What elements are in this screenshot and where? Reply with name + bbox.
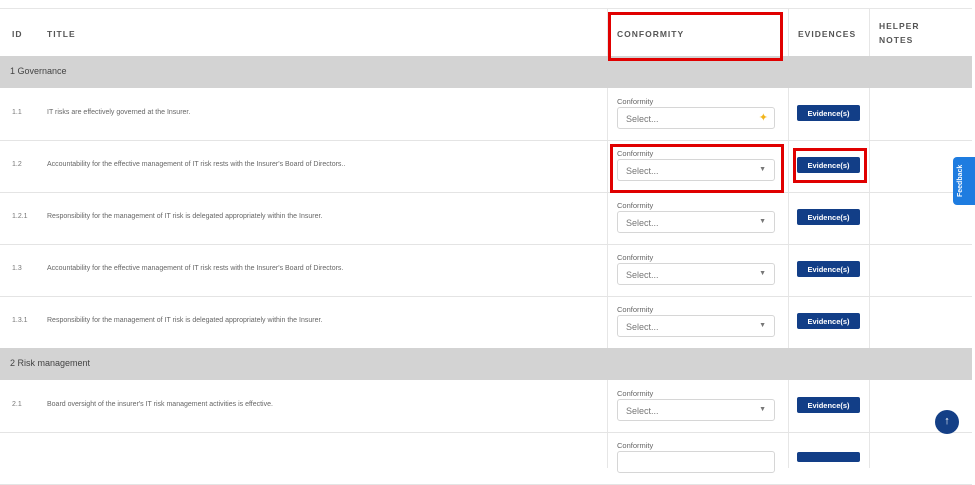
conformity-select[interactable]: Select... ▼ <box>617 263 775 285</box>
header-helper-notes-line2: NOTES <box>879 35 914 45</box>
table-row: 1.2.1 Responsibility for the management … <box>0 192 972 245</box>
row-id: 1.3 <box>12 265 22 272</box>
select-placeholder: Select... <box>626 406 659 416</box>
table-row: 2.1 Board oversight of the insurer's IT … <box>0 380 972 433</box>
table-row: 1.3.1 Responsibility for the management … <box>0 296 972 349</box>
conformity-select[interactable]: Select... ▼ <box>617 315 775 337</box>
header-evidences: EVIDENCES <box>798 29 857 39</box>
row-id: 1.3.1 <box>12 317 28 324</box>
chevron-down-icon: ▼ <box>759 322 766 329</box>
conformity-select[interactable]: Select... ▼ <box>617 399 775 421</box>
conformity-label: Conformity <box>617 441 654 450</box>
evidence-button[interactable]: Evidence(s) <box>797 105 860 121</box>
select-placeholder: Select... <box>626 114 659 124</box>
section-label: 1 Governance <box>10 66 67 76</box>
header-helper-notes-line1: HELPER <box>879 21 920 31</box>
table-row: 1.1 IT risks are effectively governed at… <box>0 88 972 141</box>
conformity-label: Conformity <box>617 97 654 106</box>
chevron-down-icon: ▼ <box>759 406 766 413</box>
row-id: 1.2 <box>12 161 22 168</box>
conformity-label: Conformity <box>617 305 654 314</box>
section-risk-management: 2 Risk management <box>0 348 972 380</box>
header-title: TITLE <box>47 29 76 39</box>
conformity-select[interactable] <box>617 451 775 473</box>
select-placeholder: Select... <box>626 322 659 332</box>
section-label: 2 Risk management <box>10 358 91 368</box>
feedback-label: Feedback <box>957 164 964 197</box>
row-title: Accountability for the effective managem… <box>47 265 344 272</box>
row-title: Responsibility for the management of IT … <box>47 213 323 220</box>
evidence-button[interactable]: Evidence(s) <box>797 313 860 329</box>
evidence-button[interactable]: Evidence(s) <box>797 397 860 413</box>
evidence-button[interactable] <box>797 452 860 462</box>
conformity-label: Conformity <box>617 389 654 398</box>
chevron-down-icon: ▼ <box>759 270 766 277</box>
row-id: 2.1 <box>12 401 22 408</box>
row-title: Accountability for the effective managem… <box>47 161 346 168</box>
table-row: Conformity <box>0 432 972 485</box>
scroll-to-top-button[interactable]: ↑ <box>935 410 959 434</box>
sparkle-icon[interactable]: ✦ <box>759 111 768 124</box>
highlight-evidence-button <box>793 148 867 183</box>
select-placeholder: Select... <box>626 270 659 280</box>
conformity-select[interactable]: Select... ✦ <box>617 107 775 129</box>
evidence-button[interactable]: Evidence(s) <box>797 209 860 225</box>
conformity-select[interactable]: Select... ▼ <box>617 211 775 233</box>
feedback-tab[interactable]: Feedback <box>953 157 975 205</box>
arrow-up-icon: ↑ <box>944 415 950 427</box>
highlight-conformity-select <box>610 144 784 193</box>
conformity-label: Conformity <box>617 253 654 262</box>
row-id: 1.2.1 <box>12 213 28 220</box>
row-title: Board oversight of the insurer's IT risk… <box>47 401 273 408</box>
table-header: ID TITLE CONFORMITY EVIDENCES HELPER NOT… <box>0 8 972 57</box>
evidence-button[interactable]: Evidence(s) <box>797 261 860 277</box>
row-title: IT risks are effectively governed at the… <box>47 109 191 116</box>
section-governance: 1 Governance <box>0 56 972 88</box>
row-id: 1.1 <box>12 109 22 116</box>
highlight-conformity-header <box>608 12 783 61</box>
header-id: ID <box>12 29 23 39</box>
select-placeholder: Select... <box>626 218 659 228</box>
chevron-down-icon: ▼ <box>759 218 766 225</box>
row-title: Responsibility for the management of IT … <box>47 317 323 324</box>
table-row: 1.3 Accountability for the effective man… <box>0 244 972 297</box>
conformity-label: Conformity <box>617 201 654 210</box>
